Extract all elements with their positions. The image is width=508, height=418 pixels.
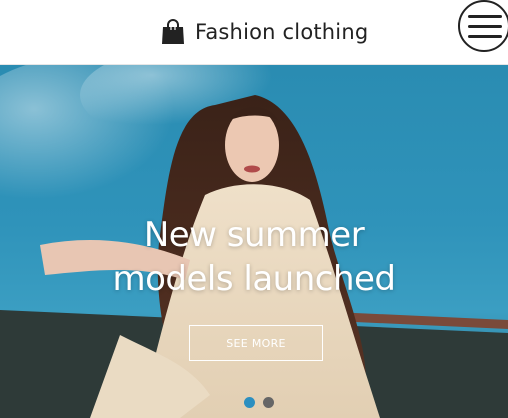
see-more-button[interactable]: SEE MORE [189, 325, 323, 361]
hero-headline-line-1: New summer [143, 215, 365, 255]
hero-slider[interactable]: New summer models launched SEE MORE [0, 65, 508, 418]
brand-title: Fashion clothing [195, 20, 369, 44]
slide-dot-2[interactable] [263, 397, 274, 408]
hamburger-menu-icon-bar [468, 35, 502, 38]
slider-pagination [244, 397, 274, 409]
slide-dot-1[interactable] [244, 397, 255, 408]
hero-headline-line-2: models launched [112, 259, 396, 299]
shopping-bag-icon [162, 19, 184, 44]
hamburger-menu-icon [468, 15, 502, 18]
menu-button[interactable] [458, 0, 508, 52]
brand[interactable]: Fashion clothing [159, 16, 368, 48]
hamburger-menu-icon-bar [468, 25, 502, 28]
site-header: Fashion clothing [0, 0, 508, 65]
hero-headline: New summer models launched [0, 213, 508, 301]
